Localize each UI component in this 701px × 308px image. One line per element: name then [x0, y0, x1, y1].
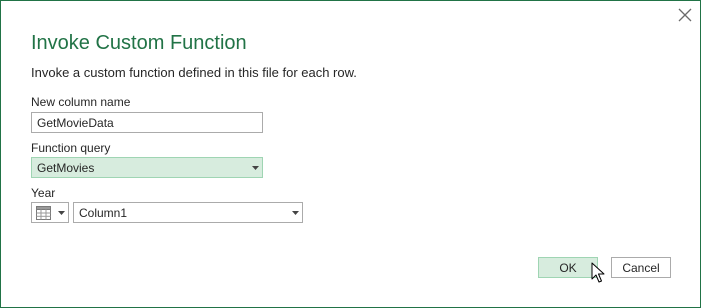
year-label: Year: [31, 186, 56, 200]
dialog-title: Invoke Custom Function: [31, 32, 247, 54]
chevron-down-icon: [55, 210, 68, 215]
function-query-label: Function query: [31, 141, 111, 155]
close-icon[interactable]: [677, 7, 693, 23]
year-column-value: Column1: [79, 205, 128, 220]
mouse-pointer-icon: [591, 262, 605, 289]
cancel-button[interactable]: Cancel: [611, 257, 671, 278]
ok-button[interactable]: OK: [538, 257, 598, 278]
new-column-name-input[interactable]: [31, 112, 263, 133]
year-column-dropdown[interactable]: Column1: [73, 202, 303, 223]
chevron-down-icon: [288, 210, 302, 215]
table-icon: [32, 205, 55, 220]
chevron-down-icon: [248, 165, 262, 170]
function-query-dropdown[interactable]: GetMovies: [31, 157, 263, 178]
new-column-name-label: New column name: [31, 95, 131, 109]
column-type-button[interactable]: [31, 202, 69, 223]
function-query-value: GetMovies: [37, 160, 95, 175]
dialog-description: Invoke a custom function defined in this…: [31, 65, 357, 80]
